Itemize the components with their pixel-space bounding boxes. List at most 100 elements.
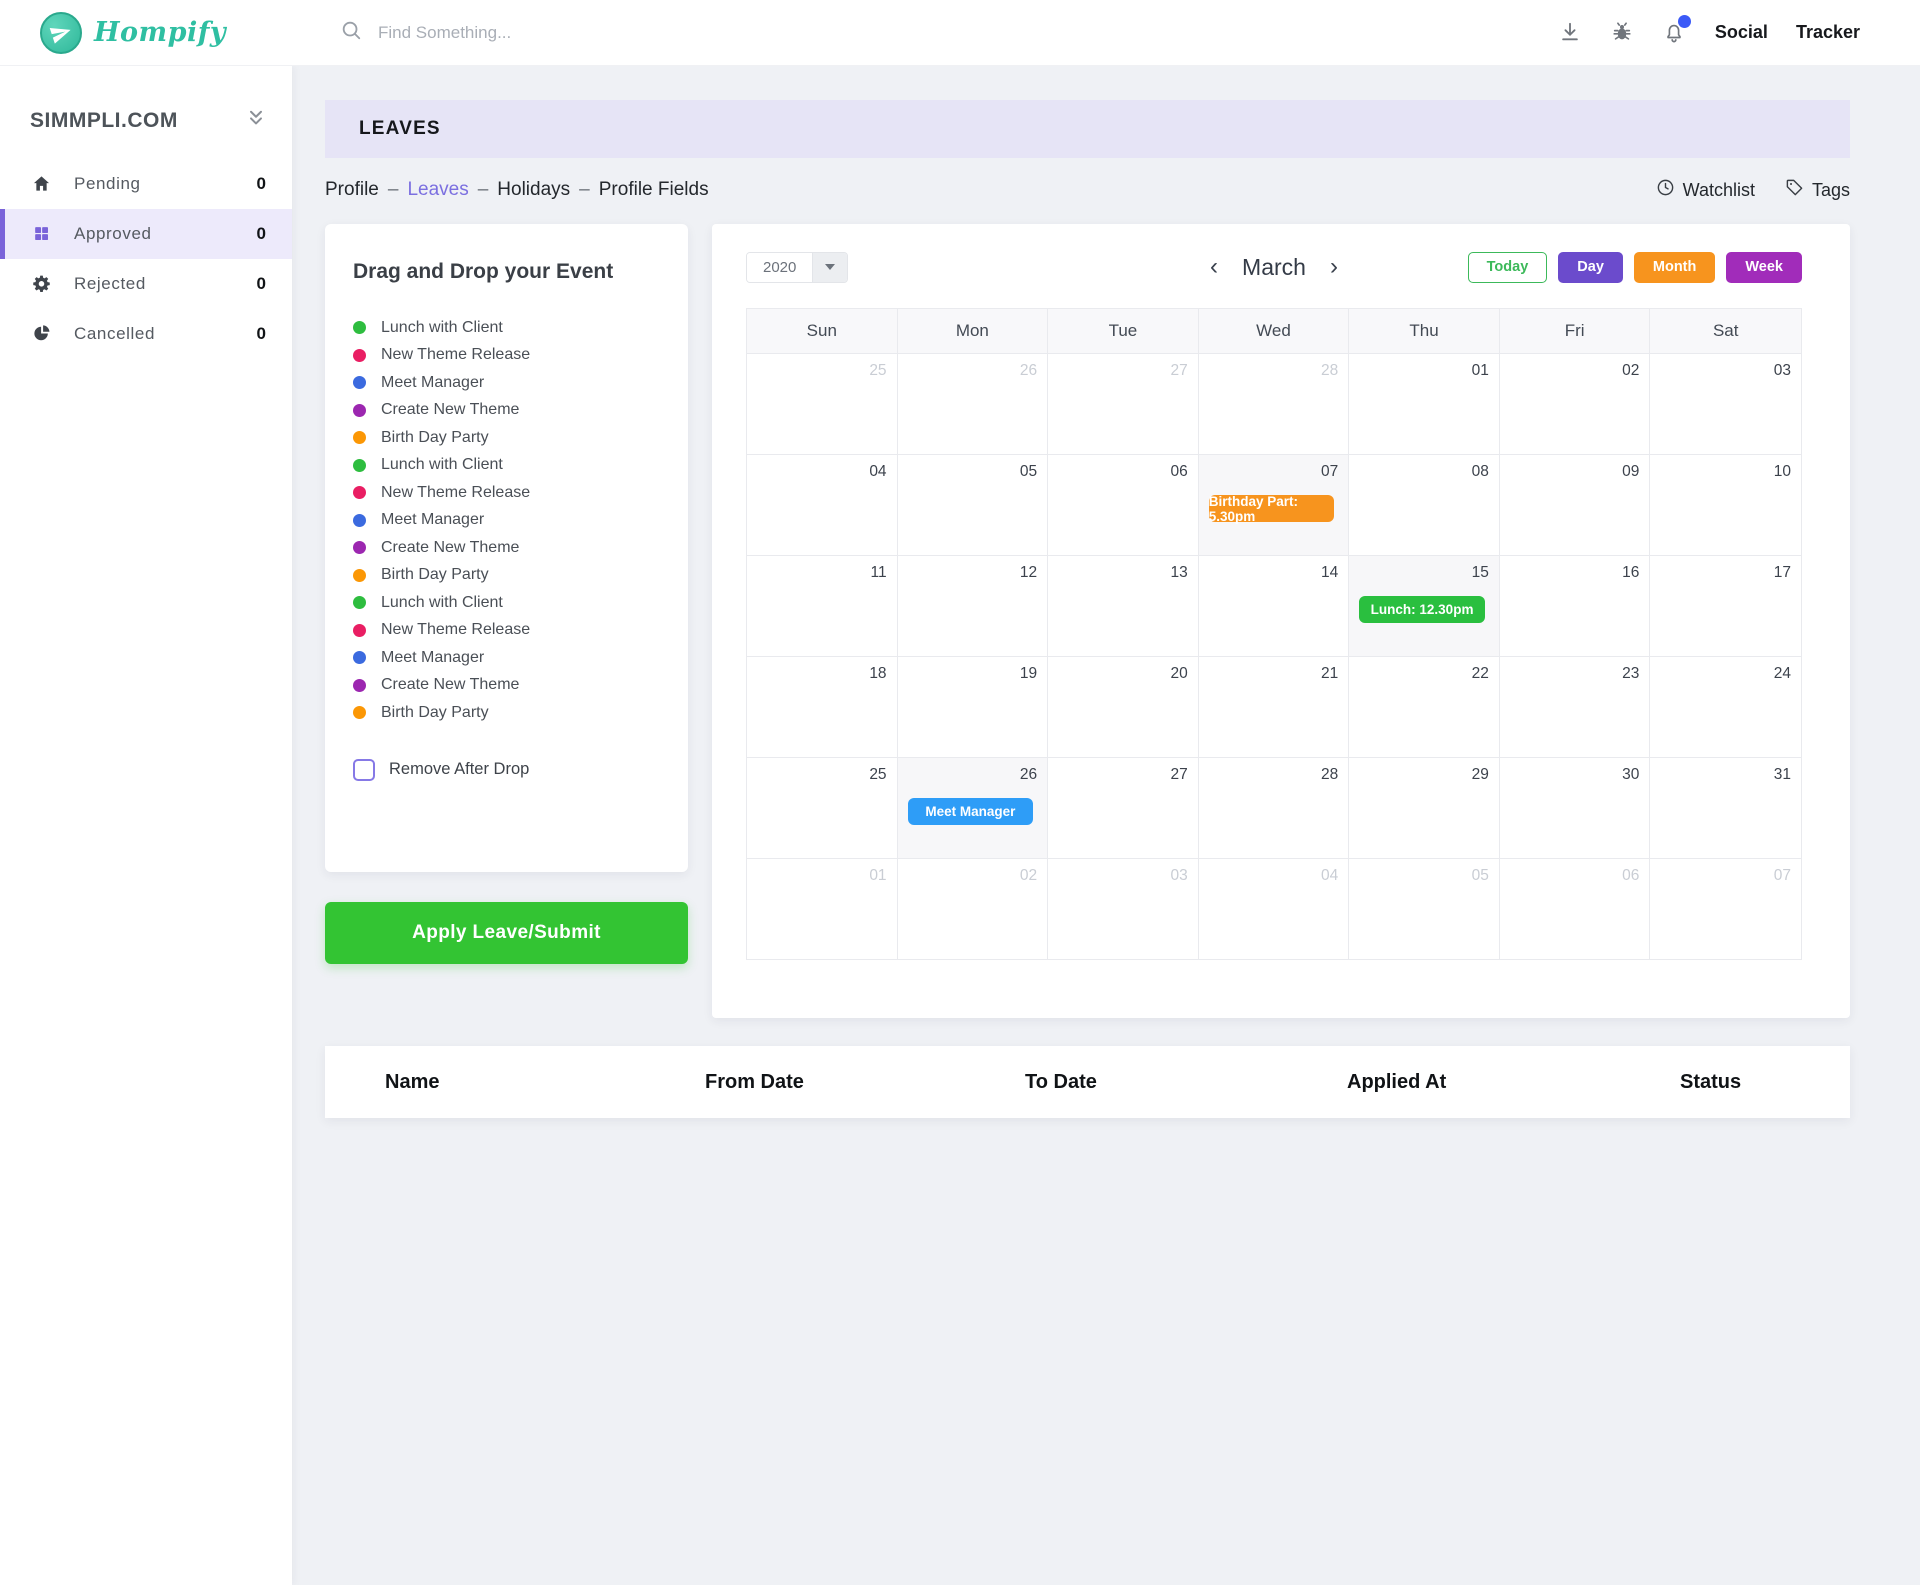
calendar-day-cell[interactable]: 22	[1349, 657, 1500, 757]
calendar-day-cell[interactable]: 03	[1650, 354, 1801, 454]
draggable-event-birth-day-party[interactable]: Birth Day Party	[353, 424, 664, 452]
breadcrumb-item-profile-fields[interactable]: Profile Fields	[599, 179, 709, 201]
calendar-day-cell[interactable]: 27	[1048, 354, 1199, 454]
calendar-day-cell[interactable]: 28	[1199, 758, 1350, 858]
calendar-day-cell[interactable]: 04	[747, 455, 898, 555]
calendar-day-cell[interactable]: 15Lunch: 12.30pm	[1349, 556, 1500, 656]
draggable-event-lunch-with-client[interactable]: Lunch with Client	[353, 314, 664, 342]
event-label: Meet Manager	[381, 374, 484, 392]
calendar-event-pill[interactable]: Meet Manager	[908, 798, 1034, 825]
breadcrumb-item-profile[interactable]: Profile	[325, 179, 379, 201]
event-color-dot	[353, 541, 366, 554]
calendar-day-cell[interactable]: 27	[1048, 758, 1199, 858]
calendar-day-cell[interactable]: 23	[1500, 657, 1651, 757]
calendar-day-cell[interactable]: 13	[1048, 556, 1199, 656]
draggable-event-new-theme-release[interactable]: New Theme Release	[353, 479, 664, 507]
bug-icon[interactable]	[1611, 21, 1635, 45]
calendar-day-cell[interactable]: 01	[1349, 354, 1500, 454]
calendar-day-cell[interactable]: 14	[1199, 556, 1350, 656]
calendar-day-cell[interactable]: 31	[1650, 758, 1801, 858]
view-button-month[interactable]: Month	[1634, 252, 1715, 283]
remove-after-drop-checkbox[interactable]	[353, 759, 375, 781]
remove-after-drop-row[interactable]: Remove After Drop	[353, 759, 664, 781]
draggable-event-lunch-with-client[interactable]: Lunch with Client	[353, 452, 664, 480]
view-button-day[interactable]: Day	[1558, 252, 1623, 283]
sidebar-item-label: Approved	[74, 224, 257, 244]
calendar-day-cell[interactable]: 07Birthday Part: 5.30pm	[1199, 455, 1350, 555]
calendar-day-cell[interactable]: 01	[747, 859, 898, 959]
tags-button[interactable]: Tags	[1785, 178, 1850, 202]
sidebar-item-approved[interactable]: Approved 0	[0, 209, 292, 259]
calendar-day-cell[interactable]: 06	[1500, 859, 1651, 959]
sidebar-item-rejected[interactable]: Rejected 0	[0, 259, 292, 309]
event-label: Create New Theme	[381, 676, 519, 694]
draggable-event-new-theme-release[interactable]: New Theme Release	[353, 342, 664, 370]
calendar-day-cell[interactable]: 24	[1650, 657, 1801, 757]
calendar-day-cell[interactable]: 08	[1349, 455, 1500, 555]
sidebar-item-cancelled[interactable]: Cancelled 0	[0, 309, 292, 359]
breadcrumb-item-holidays[interactable]: Holidays	[497, 179, 570, 201]
calendar-day-cell[interactable]: 02	[1500, 354, 1651, 454]
calendar-day-cell[interactable]: 04	[1199, 859, 1350, 959]
calendar-day-cell[interactable]: 29	[1349, 758, 1500, 858]
calendar-day-cell[interactable]: 26	[898, 354, 1049, 454]
remove-after-drop-label: Remove After Drop	[389, 760, 529, 779]
calendar-day-cell[interactable]: 25	[747, 758, 898, 858]
view-button-today[interactable]: Today	[1468, 252, 1548, 283]
draggable-event-create-new-theme[interactable]: Create New Theme	[353, 534, 664, 562]
calendar-day-cell[interactable]: 25	[747, 354, 898, 454]
next-month-button[interactable]: ›	[1330, 255, 1338, 279]
draggable-event-create-new-theme[interactable]: Create New Theme	[353, 397, 664, 425]
draggable-event-meet-manager[interactable]: Meet Manager	[353, 369, 664, 397]
page-banner: LEAVES	[325, 100, 1850, 158]
draggable-event-create-new-theme[interactable]: Create New Theme	[353, 672, 664, 700]
calendar-day-cell[interactable]: 05	[898, 455, 1049, 555]
download-icon[interactable]	[1559, 21, 1583, 45]
breadcrumb-item-leaves[interactable]: Leaves	[407, 179, 468, 201]
calendar-day-cell[interactable]: 28	[1199, 354, 1350, 454]
nav-link-social[interactable]: Social	[1715, 22, 1768, 43]
prev-month-button[interactable]: ‹	[1210, 255, 1218, 279]
calendar-day-cell[interactable]: 17	[1650, 556, 1801, 656]
calendar-day-cell[interactable]: 05	[1349, 859, 1500, 959]
calendar-day-cell[interactable]: 26Meet Manager	[898, 758, 1049, 858]
event-label: Meet Manager	[381, 649, 484, 667]
calendar-day-cell[interactable]: 21	[1199, 657, 1350, 757]
calendar-day-cell[interactable]: 30	[1500, 758, 1651, 858]
apply-leave-submit-button[interactable]: Apply Leave/Submit	[325, 902, 688, 964]
calendar-event-pill[interactable]: Lunch: 12.30pm	[1359, 596, 1485, 623]
calendar-day-cell[interactable]: 07	[1650, 859, 1801, 959]
logo[interactable]: Hompify	[0, 12, 292, 54]
gear-icon	[32, 274, 52, 294]
calendar-day-cell[interactable]: 10	[1650, 455, 1801, 555]
calendar-day-cell[interactable]: 06	[1048, 455, 1199, 555]
draggable-event-lunch-with-client[interactable]: Lunch with Client	[353, 589, 664, 617]
watchlist-button[interactable]: Watchlist	[1656, 178, 1755, 202]
draggable-event-meet-manager[interactable]: Meet Manager	[353, 507, 664, 535]
calendar-day-cell[interactable]: 12	[898, 556, 1049, 656]
draggable-event-birth-day-party[interactable]: Birth Day Party	[353, 562, 664, 590]
sidebar-item-pending[interactable]: Pending 0	[0, 159, 292, 209]
calendar-day-cell[interactable]: 18	[747, 657, 898, 757]
table-column-to-date: To Date	[1025, 1071, 1347, 1094]
view-button-week[interactable]: Week	[1726, 252, 1802, 283]
nav-link-tracker[interactable]: Tracker	[1796, 22, 1860, 43]
calendar-day-cell[interactable]: 02	[898, 859, 1049, 959]
calendar-day-cell[interactable]: 09	[1500, 455, 1651, 555]
calendar-event-pill[interactable]: Birthday Part: 5.30pm	[1209, 495, 1335, 522]
calendar-day-cell[interactable]: 16	[1500, 556, 1651, 656]
calendar-day-cell[interactable]: 20	[1048, 657, 1199, 757]
calendar-day-cell[interactable]: 03	[1048, 859, 1199, 959]
draggable-event-birth-day-party[interactable]: Birth Day Party	[353, 699, 664, 727]
draggable-event-meet-manager[interactable]: Meet Manager	[353, 644, 664, 672]
calendar-day-cell[interactable]: 11	[747, 556, 898, 656]
calendar-date-number: 22	[1353, 665, 1489, 683]
draggable-event-new-theme-release[interactable]: New Theme Release	[353, 617, 664, 645]
bell-icon[interactable]	[1663, 21, 1687, 45]
double-chevron-down-icon[interactable]	[246, 108, 266, 133]
year-select[interactable]: 2020	[746, 252, 848, 283]
main-content: LEAVES Profile–Leaves–Holidays–Profile F…	[292, 0, 1920, 1118]
calendar-day-cell[interactable]: 19	[898, 657, 1049, 757]
search-input[interactable]	[378, 23, 798, 43]
calendar-week-row: 18 19 20 21 22 23 24	[747, 657, 1801, 758]
